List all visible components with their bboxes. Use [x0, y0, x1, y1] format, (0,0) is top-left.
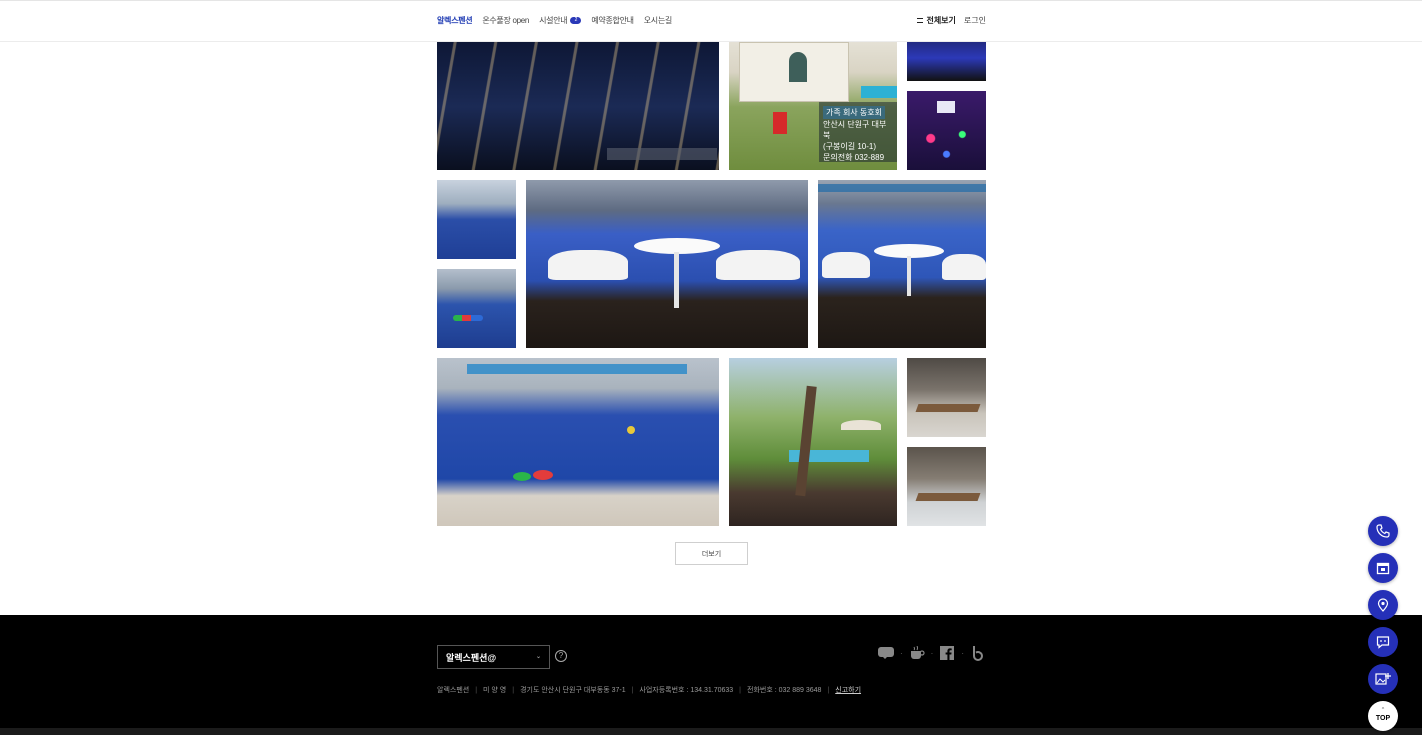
house-sign: 가족 회사 동호회 안산시 단원구 대부북 (구봉이길 10-1) 문의전화 0…: [819, 102, 897, 162]
footer-bottom-bar: [0, 728, 1422, 735]
more-button[interactable]: 더보기: [675, 542, 748, 565]
owner-name: 미 양 영: [483, 687, 507, 694]
house-sign-title: 가족 회사 동호회: [823, 106, 885, 119]
gallery-photo-pension-exterior[interactable]: 가족 회사 동호회 안산시 단원구 대부북 (구봉이길 10-1) 문의전화 0…: [729, 30, 897, 170]
house-sign-line: 문의전화 032-889: [823, 153, 885, 162]
pool-float: [513, 472, 531, 481]
separator-dot: ·: [899, 648, 903, 658]
gallery-photo-night-pool[interactable]: [437, 30, 719, 170]
gallery-photo-day-pool[interactable]: [437, 358, 719, 526]
pine-tree: [795, 385, 817, 497]
view-all-menu-button[interactable]: 전체보기: [917, 15, 956, 26]
gallery-photo-garden-pool[interactable]: [729, 358, 897, 526]
blog-icon[interactable]: [877, 645, 894, 661]
kakao-story-icon[interactable]: [909, 645, 925, 661]
gallery-photo-dining-room[interactable]: [907, 358, 986, 437]
scroll-top-button[interactable]: ˆ TOP: [1368, 701, 1398, 731]
divider: |: [475, 686, 478, 694]
nav-item-label: 오시는길: [643, 16, 673, 25]
photo-gallery: 가족 회사 동호회 안산시 단원구 대부북 (구봉이길 10-1) 문의전화 0…: [0, 0, 1422, 615]
divider: |: [512, 686, 515, 694]
question-icon[interactable]: ?: [555, 650, 567, 662]
pool-float: [627, 426, 635, 434]
gallery-photo-poolside-chairs[interactable]: [526, 180, 808, 348]
band-icon[interactable]: [970, 645, 986, 661]
gallery-photo-indoor-pool-floats[interactable]: [437, 269, 516, 348]
gallery-photo-indoor-pool[interactable]: [437, 180, 516, 259]
site-select-label: 알렉스펜션@: [446, 652, 497, 663]
report-link[interactable]: 신고하기: [835, 685, 861, 695]
company-info: 알렉스펜션 | 미 양 영 | 경기도 안산시 단원구 대부동동 37-1 | …: [437, 685, 861, 695]
location-button[interactable]: [1368, 590, 1398, 620]
pool-float: [533, 470, 553, 480]
canopy: [818, 184, 986, 192]
reservation-calendar-button[interactable]: [1368, 553, 1398, 583]
lounge-chair: [716, 250, 800, 280]
lounge-chair: [822, 252, 870, 278]
nav-item-label: 온수풀장 open: [482, 16, 530, 25]
gallery-photo-dining-room-2[interactable]: [907, 447, 986, 526]
top-label: TOP: [1375, 715, 1391, 722]
add-image-icon: [1375, 673, 1391, 685]
menu-icon: [917, 18, 924, 23]
chat-icon: [1376, 636, 1390, 649]
house-pool: [861, 86, 897, 98]
table-leg: [674, 252, 679, 308]
house-window: [789, 52, 807, 82]
location-pin-icon: [1377, 598, 1389, 612]
separator-dot: ·: [930, 648, 934, 658]
business-number: 사업자등록번호 : 134.31.70633: [639, 687, 734, 694]
divider: |: [827, 686, 830, 694]
nav-item-directions[interactable]: 오시는길: [643, 15, 673, 26]
canopy: [467, 364, 687, 374]
phone-number: 전화번호 : 032 889 3648: [747, 687, 822, 694]
company-name: 알렉스펜션: [437, 687, 470, 694]
nav-item-heated-pool[interactable]: 온수풀장 open: [482, 15, 529, 26]
separator-dot: ·: [961, 648, 964, 658]
site-select-dropdown[interactable]: 알렉스펜션@ ⌄: [437, 645, 550, 669]
add-review-button[interactable]: [1368, 664, 1398, 694]
lounge-chair: [942, 254, 986, 280]
nav-item-home[interactable]: 알렉스펜션: [437, 15, 473, 26]
nav-item-label: 시설안내: [539, 16, 568, 25]
social-links: · · ·: [877, 645, 986, 661]
divider: |: [739, 686, 741, 694]
lounge-chair: [548, 250, 628, 280]
nav-item-facilities[interactable]: 시설안내 2: [539, 15, 582, 26]
main-nav: 알렉스펜션 온수풀장 open 시설안내 2 예약종합안내 오시는길: [437, 15, 672, 26]
nav-item-reservation[interactable]: 예약종합안내: [591, 15, 634, 26]
nav-item-label: 알렉스펜션: [437, 16, 473, 25]
mailbox: [773, 112, 787, 134]
facebook-icon[interactable]: [939, 645, 955, 661]
site-header: 알렉스펜션 온수풀장 open 시설안내 2 예약종합안내 오시는길 전체보기 …: [0, 0, 1422, 42]
login-link[interactable]: 로그인: [964, 15, 986, 26]
patio-umbrella: [841, 420, 881, 430]
house-sign-line: 안산시 단원구 대부북: [823, 120, 887, 140]
table-leg: [907, 256, 911, 296]
nav-badge: 2: [570, 17, 582, 24]
divider: |: [631, 686, 634, 694]
nav-item-label: 예약종합안내: [591, 16, 634, 25]
chat-button[interactable]: [1368, 627, 1398, 657]
chevron-down-icon: ⌄: [535, 654, 541, 660]
site-footer: 알렉스펜션@ ⌄ ? · · · 알렉스펜션 | 미 양 영 | 경기도 안산시…: [0, 615, 1422, 735]
calendar-icon: [1376, 562, 1390, 575]
house-sign-line: (구봉이길 10-1): [823, 142, 877, 151]
header-actions: 전체보기 로그인: [917, 15, 986, 26]
address: 경기도 안산시 단원구 대부동동 37-1: [520, 687, 626, 694]
gallery-photo-karaoke-room[interactable]: [907, 91, 986, 170]
phone-button[interactable]: [1368, 516, 1398, 546]
gallery-photo-poolside-chairs-2[interactable]: [818, 180, 986, 348]
phone-icon: [1376, 524, 1390, 538]
view-all-label: 전체보기: [926, 16, 956, 25]
